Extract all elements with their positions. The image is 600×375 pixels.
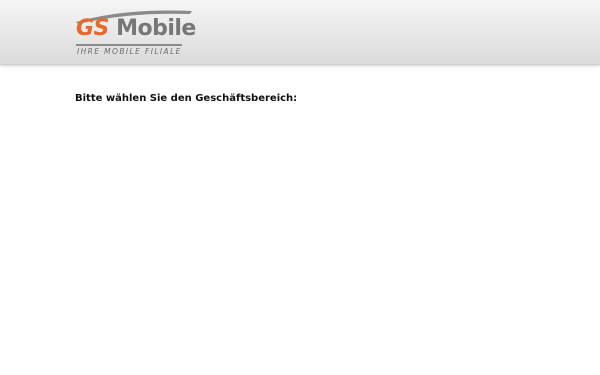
logo-mobile-text: Mobile: [108, 16, 196, 41]
logo-tagline: IHRE MOBILE FILIALE: [77, 47, 182, 56]
logo-wordmark: GS Mobile: [76, 18, 196, 40]
header-bar: GS Mobile IHRE MOBILE FILIALE: [0, 0, 600, 65]
logo-underline: [76, 44, 182, 46]
business-area-prompt: Bitte wählen Sie den Geschäftsbereich:: [75, 93, 298, 104]
gs-mobile-logo[interactable]: GS Mobile IHRE MOBILE FILIALE: [74, 8, 196, 58]
logo-gs-text: GS: [76, 16, 109, 41]
